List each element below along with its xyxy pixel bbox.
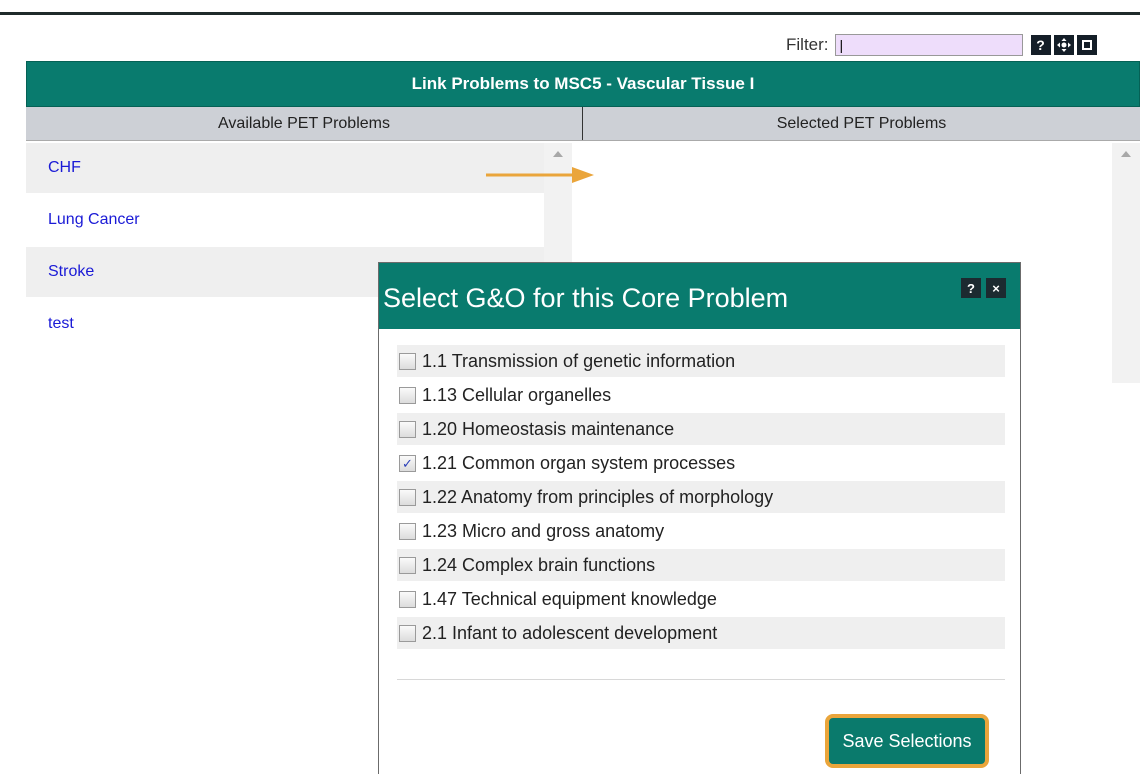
selected-problems-header: Selected PET Problems bbox=[776, 114, 947, 132]
help-icon: ? bbox=[967, 280, 975, 296]
problem-label: Lung Cancer bbox=[48, 211, 140, 228]
go-label: 1.1 Transmission of genetic information bbox=[422, 350, 736, 371]
close-icon: × bbox=[992, 280, 1000, 296]
select-go-dialog: Select G&O for this Core Problem ? × 1.1… bbox=[378, 262, 1021, 774]
available-problems-header: Available PET Problems bbox=[26, 107, 583, 140]
checkbox-checked[interactable]: ✓ bbox=[399, 454, 416, 472]
list-item[interactable]: 1.1 Transmission of genetic information bbox=[397, 345, 1005, 377]
list-item[interactable]: Lung Cancer bbox=[26, 195, 572, 245]
help-icon: ? bbox=[1036, 37, 1045, 53]
move-button[interactable] bbox=[1053, 35, 1074, 55]
go-label: 1.23 Micro and gross anatomy bbox=[422, 520, 665, 541]
list-item[interactable]: 1.47 Technical equipment knowledge bbox=[397, 583, 1005, 615]
scroll-up-icon[interactable] bbox=[1121, 151, 1131, 157]
go-label: 1.24 Complex brain functions bbox=[422, 554, 656, 575]
save-selections-button[interactable]: Save Selections bbox=[825, 714, 989, 768]
checkbox[interactable] bbox=[399, 386, 416, 404]
dialog-header: Select G&O for this Core Problem ? × bbox=[379, 263, 1020, 329]
go-label: 1.21 Common organ system processes bbox=[422, 452, 736, 473]
go-label: 1.22 Anatomy from principles of morpholo… bbox=[422, 486, 774, 507]
go-label: 1.13 Cellular organelles bbox=[422, 384, 612, 405]
arrow-right-icon bbox=[486, 167, 594, 183]
list-item[interactable]: 1.22 Anatomy from principles of morpholo… bbox=[397, 481, 1005, 513]
scroll-up-icon[interactable] bbox=[553, 151, 563, 157]
checkbox[interactable] bbox=[399, 522, 416, 540]
dialog-close-button[interactable]: × bbox=[986, 278, 1006, 298]
dialog-help-button[interactable]: ? bbox=[961, 278, 981, 298]
problem-label: CHF bbox=[48, 159, 81, 176]
help-button[interactable]: ? bbox=[1030, 35, 1051, 55]
checkbox[interactable] bbox=[399, 420, 416, 438]
checkbox[interactable] bbox=[399, 556, 416, 574]
restore-button[interactable] bbox=[1076, 35, 1097, 55]
checkbox[interactable] bbox=[399, 590, 416, 608]
checkmark-icon: ✓ bbox=[402, 455, 413, 471]
selected-list-scrollbar[interactable] bbox=[1112, 143, 1140, 383]
list-item[interactable]: 1.24 Complex brain functions bbox=[397, 549, 1005, 581]
go-label: 1.20 Homeostasis maintenance bbox=[422, 418, 675, 439]
move-icon bbox=[1056, 38, 1071, 52]
top-border bbox=[0, 12, 1140, 15]
filter-label: Filter: bbox=[786, 35, 829, 54]
divider bbox=[397, 679, 1005, 680]
list-item[interactable]: 2.1 Infant to adolescent development bbox=[397, 617, 1005, 649]
list-item[interactable]: 1.20 Homeostasis maintenance bbox=[397, 413, 1005, 445]
problem-label: test bbox=[48, 315, 74, 332]
square-icon bbox=[1081, 40, 1092, 50]
column-headers: Available PET Problems Selected PET Prob… bbox=[26, 107, 1140, 141]
list-item[interactable]: 1.13 Cellular organelles bbox=[397, 379, 1005, 411]
panel-title: Link Problems to MSC5 - Vascular Tissue … bbox=[26, 61, 1140, 107]
checkbox[interactable] bbox=[399, 624, 416, 642]
go-label: 2.1 Infant to adolescent development bbox=[422, 622, 718, 643]
list-item[interactable]: 1.23 Micro and gross anatomy bbox=[397, 515, 1005, 547]
go-label: 1.47 Technical equipment knowledge bbox=[422, 588, 717, 609]
dialog-title: Select G&O for this Core Problem bbox=[383, 283, 789, 313]
filter-input[interactable] bbox=[834, 34, 1023, 56]
checkbox[interactable] bbox=[399, 488, 416, 506]
filter-bar: Filter: ? bbox=[786, 33, 1097, 57]
go-checkbox-list: 1.1 Transmission of genetic information … bbox=[397, 345, 1005, 651]
list-item[interactable]: ✓ 1.21 Common organ system processes bbox=[397, 447, 1005, 479]
problem-label: Stroke bbox=[48, 263, 95, 280]
checkbox[interactable] bbox=[399, 352, 416, 370]
